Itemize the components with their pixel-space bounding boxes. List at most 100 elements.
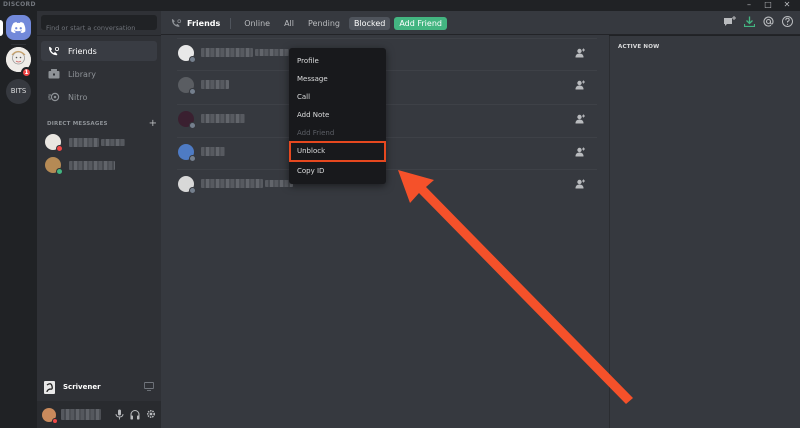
redacted-username bbox=[201, 48, 253, 57]
blocked-friend-row[interactable] bbox=[177, 38, 597, 66]
avatar bbox=[178, 143, 196, 162]
menu-item-profile[interactable]: Profile bbox=[293, 54, 382, 69]
create-dm-button[interactable]: + bbox=[149, 119, 157, 129]
tab-pending[interactable]: Pending bbox=[303, 17, 345, 30]
library-icon bbox=[47, 67, 61, 81]
sidebar-item-label: Friends bbox=[68, 46, 97, 56]
menu-item-unblock[interactable]: Unblock bbox=[293, 144, 382, 159]
avatar bbox=[178, 110, 196, 129]
active-now-title: ACTIVE NOW bbox=[618, 44, 660, 50]
friends-tabs: Friends Online All Pending Blocked Add F… bbox=[171, 16, 451, 30]
redacted-username bbox=[201, 114, 245, 123]
new-group-dm-icon[interactable] bbox=[723, 16, 736, 27]
avatar bbox=[178, 76, 196, 95]
blocked-user-icon[interactable] bbox=[573, 46, 587, 60]
user-settings-icon[interactable] bbox=[146, 409, 156, 419]
status-offline-icon bbox=[189, 55, 196, 63]
avatar bbox=[45, 134, 63, 152]
home-button[interactable] bbox=[6, 15, 31, 40]
friends-header: Friends Online All Pending Blocked Add F… bbox=[161, 11, 800, 35]
mentions-icon[interactable] bbox=[763, 16, 774, 27]
status-offline-icon bbox=[189, 186, 196, 194]
status-offline-icon bbox=[189, 121, 196, 129]
blocked-friend-row[interactable] bbox=[177, 137, 597, 165]
search-box[interactable] bbox=[41, 15, 157, 36]
redacted-username bbox=[69, 160, 115, 170]
overlay-settings-icon[interactable] bbox=[144, 382, 154, 391]
tab-all[interactable]: All bbox=[279, 17, 299, 30]
redacted-username bbox=[255, 49, 289, 56]
now-playing-bar: Scrivener bbox=[37, 377, 161, 397]
mention-badge: 1 bbox=[21, 67, 32, 78]
dm-item[interactable] bbox=[45, 133, 157, 152]
minimize-icon[interactable]: – bbox=[743, 0, 755, 11]
help-icon[interactable] bbox=[782, 16, 793, 27]
home-indicator bbox=[0, 20, 3, 36]
discord-app: DISCORD – □ ✕ 1 BITS Find or start a con… bbox=[0, 0, 800, 428]
scrivener-app-icon bbox=[44, 380, 55, 394]
status-online-icon bbox=[56, 168, 63, 175]
blocked-user-icon[interactable] bbox=[573, 177, 587, 191]
menu-item-message[interactable]: Message bbox=[293, 72, 382, 87]
header-toolbar bbox=[723, 16, 793, 27]
sidebar-item-friends[interactable]: Friends bbox=[41, 41, 157, 61]
download-icon[interactable] bbox=[744, 16, 755, 27]
menu-item-call[interactable]: Call bbox=[293, 90, 382, 105]
sidebar-item-label: Nitro bbox=[68, 92, 88, 102]
menu-item-add-friend: Add Friend bbox=[297, 129, 335, 137]
status-offline-icon bbox=[189, 87, 196, 95]
redacted-username bbox=[101, 138, 125, 146]
user-controls bbox=[115, 409, 156, 420]
menu-item-add-note[interactable]: Add Note bbox=[293, 108, 382, 123]
redacted-username bbox=[69, 137, 99, 147]
channel-sidebar: Friends Library Nitro DIRECT MESSAGES + bbox=[37, 11, 161, 428]
close-icon[interactable]: ✕ bbox=[781, 0, 793, 11]
status-dnd-icon bbox=[52, 417, 58, 424]
user-context-menu: Profile Message Call Add Note Add Friend… bbox=[289, 48, 386, 184]
page-title: Friends bbox=[187, 18, 221, 28]
search-input[interactable] bbox=[41, 20, 157, 36]
sidebar-divider bbox=[37, 35, 161, 36]
friends-icon bbox=[47, 44, 61, 58]
user-avatar[interactable] bbox=[42, 407, 58, 424]
headphones-icon[interactable] bbox=[130, 409, 140, 420]
app-title: DISCORD bbox=[3, 1, 36, 8]
blocked-user-icon[interactable] bbox=[573, 145, 587, 159]
add-friend-button[interactable]: Add Friend bbox=[394, 16, 447, 30]
friends-header-icon bbox=[171, 18, 182, 28]
tab-blocked[interactable]: Blocked bbox=[348, 16, 391, 30]
microphone-icon[interactable] bbox=[115, 409, 124, 420]
dm-section-header: DIRECT MESSAGES + bbox=[47, 119, 157, 129]
status-offline-icon bbox=[189, 154, 196, 162]
sidebar-item-label: Library bbox=[68, 69, 96, 79]
server-rail: 1 BITS bbox=[0, 11, 37, 428]
blocked-user-icon[interactable] bbox=[573, 78, 587, 92]
redacted-username bbox=[201, 147, 225, 156]
rail-separator bbox=[11, 44, 26, 45]
tab-online[interactable]: Online bbox=[239, 17, 275, 30]
redacted-username bbox=[201, 80, 229, 89]
avatar bbox=[45, 157, 63, 175]
maximize-icon[interactable]: □ bbox=[762, 0, 774, 11]
nitro-icon bbox=[47, 90, 61, 104]
game-label: Scrivener bbox=[63, 383, 101, 391]
sidebar-item-library[interactable]: Library bbox=[41, 64, 157, 84]
avatar bbox=[178, 175, 196, 194]
title-bar: DISCORD – □ ✕ bbox=[0, 0, 800, 11]
menu-item-copy-id[interactable]: Copy ID bbox=[293, 164, 382, 179]
blocked-friend-row[interactable] bbox=[177, 104, 597, 132]
discord-logo-icon bbox=[11, 22, 26, 33]
user-panel bbox=[37, 401, 161, 428]
redacted-username bbox=[201, 179, 263, 188]
bits-server[interactable]: BITS bbox=[6, 79, 31, 104]
avatar bbox=[178, 44, 196, 63]
status-dnd-icon bbox=[56, 145, 63, 152]
dm-header-label: DIRECT MESSAGES bbox=[47, 121, 108, 127]
blocked-friend-row[interactable] bbox=[177, 70, 597, 98]
blocked-user-icon[interactable] bbox=[573, 112, 587, 126]
sidebar-item-nitro[interactable]: Nitro bbox=[41, 87, 157, 107]
redacted-username bbox=[61, 409, 101, 420]
dm-item[interactable] bbox=[45, 156, 157, 175]
blocked-friend-row[interactable] bbox=[177, 169, 597, 197]
active-now-panel: ACTIVE NOW bbox=[609, 36, 800, 428]
